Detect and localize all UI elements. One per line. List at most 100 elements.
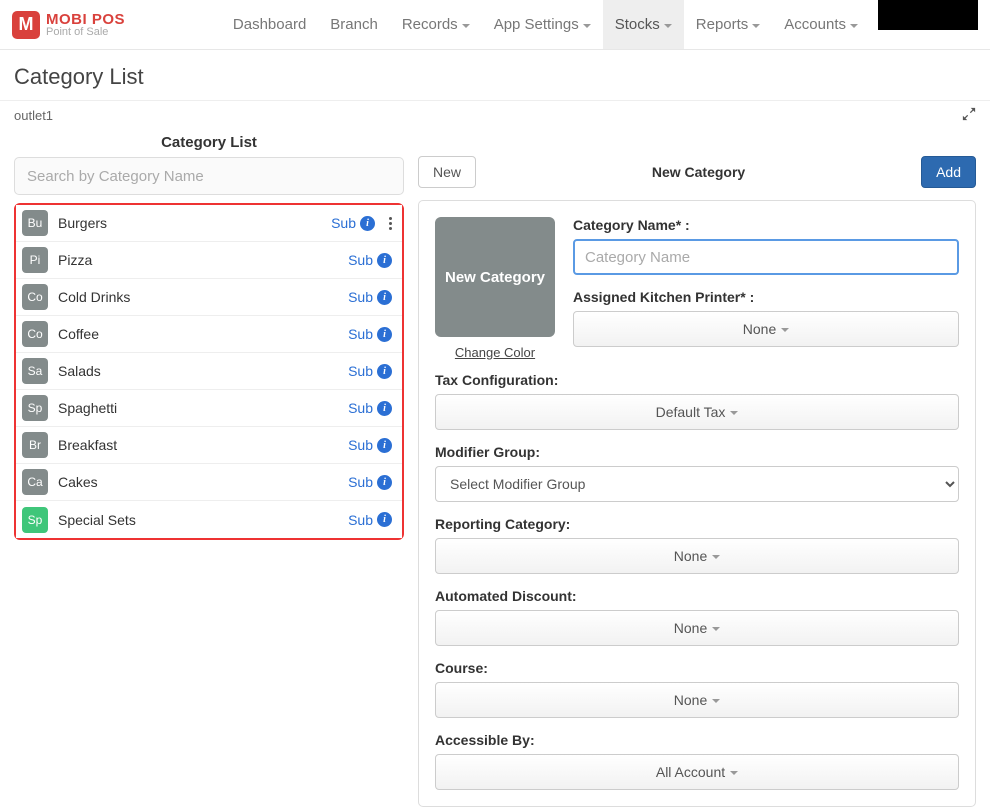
category-row[interactable]: Sp Special SetsSubi (16, 501, 402, 538)
category-name: Special Sets (58, 512, 348, 528)
reporting-dropdown[interactable]: None (435, 538, 959, 574)
info-icon: i (377, 290, 392, 305)
modifier-group-select[interactable]: Select Modifier Group (435, 466, 959, 502)
nav-reports[interactable]: Reports (684, 0, 773, 49)
label-kitchen-printer: Assigned Kitchen Printer* : (573, 289, 959, 305)
category-form-column: New New Category Add New Category Change… (418, 134, 976, 807)
info-icon: i (377, 401, 392, 416)
category-row[interactable]: Pi PizzaSubi (16, 242, 402, 279)
category-row[interactable]: Bu BurgersSubi (16, 205, 402, 242)
change-color-link[interactable]: Change Color (455, 345, 535, 360)
sub-link[interactable]: Subi (331, 215, 375, 231)
discount-dropdown[interactable]: None (435, 610, 959, 646)
caret-down-icon (752, 24, 760, 28)
nav-app-settings[interactable]: App Settings (482, 0, 603, 49)
logo-title: MOBI POS (46, 12, 125, 27)
user-area[interactable] (878, 0, 978, 30)
category-row[interactable]: Sp SpaghettiSubi (16, 390, 402, 427)
outlet-name: outlet1 (14, 108, 53, 123)
category-badge: Pi (22, 247, 48, 273)
nav-accounts[interactable]: Accounts (772, 0, 870, 49)
form-title: New Category (476, 164, 921, 180)
search-input[interactable] (14, 157, 404, 195)
logo-badge: M (12, 11, 40, 39)
caret-down-icon (850, 24, 858, 28)
category-badge: Co (22, 321, 48, 347)
accessible-dropdown[interactable]: All Account (435, 754, 959, 790)
more-icon[interactable] (389, 217, 392, 230)
kitchen-printer-dropdown[interactable]: None (573, 311, 959, 347)
category-badge: Br (22, 432, 48, 458)
category-list: BuBurgersSubiPiPizzaSubiCoCold DrinksSub… (14, 203, 404, 540)
sub-link[interactable]: Subi (348, 363, 392, 379)
sub-link[interactable]: Subi (348, 437, 392, 453)
category-name: Spaghetti (58, 400, 348, 416)
category-name: Coffee (58, 326, 348, 342)
caret-down-icon (583, 24, 591, 28)
category-badge: Sa (22, 358, 48, 384)
nav-stocks[interactable]: Stocks (603, 0, 684, 49)
info-icon: i (360, 216, 375, 231)
caret-down-icon (730, 771, 738, 775)
info-icon: i (377, 475, 392, 490)
category-name: Cold Drinks (58, 289, 348, 305)
label-accessible: Accessible By: (435, 732, 959, 748)
caret-down-icon (664, 24, 672, 28)
nav: Dashboard Branch Records App Settings St… (221, 0, 978, 49)
category-row[interactable]: Br BreakfastSubi (16, 427, 402, 464)
category-row[interactable]: Co Cold DrinksSubi (16, 279, 402, 316)
category-list-header: Category List (14, 134, 404, 151)
sub-link[interactable]: Subi (348, 474, 392, 490)
sub-link[interactable]: Subi (348, 326, 392, 342)
caret-down-icon (712, 699, 720, 703)
page-title: Category List (14, 64, 976, 90)
label-category-name: Category Name* : (573, 217, 959, 233)
expand-icon[interactable] (962, 107, 976, 124)
divider (0, 100, 990, 101)
label-modifier-group: Modifier Group: (435, 444, 959, 460)
nav-records[interactable]: Records (390, 0, 482, 49)
category-badge: Ca (22, 469, 48, 495)
topbar: M MOBI POS Point of Sale Dashboard Branc… (0, 0, 990, 50)
info-icon: i (377, 327, 392, 342)
category-row[interactable]: Co CoffeeSubi (16, 316, 402, 353)
label-discount: Automated Discount: (435, 588, 959, 604)
caret-down-icon (712, 555, 720, 559)
info-icon: i (377, 364, 392, 379)
category-list-column: Category List BuBurgersSubiPiPizzaSubiCo… (14, 134, 404, 540)
caret-down-icon (712, 627, 720, 631)
info-icon: i (377, 512, 392, 527)
new-button[interactable]: New (418, 156, 476, 188)
add-button[interactable]: Add (921, 156, 976, 188)
category-name: Pizza (58, 252, 348, 268)
caret-down-icon (781, 328, 789, 332)
category-name: Breakfast (58, 437, 348, 453)
sub-link[interactable]: Subi (348, 289, 392, 305)
category-badge: Sp (22, 507, 48, 533)
logo-subtitle: Point of Sale (46, 27, 125, 38)
sub-link[interactable]: Subi (348, 252, 392, 268)
label-reporting: Reporting Category: (435, 516, 959, 532)
color-swatch: New Category (435, 217, 555, 337)
category-badge: Bu (22, 210, 48, 236)
category-name: Burgers (58, 215, 331, 231)
label-tax: Tax Configuration: (435, 372, 959, 388)
category-badge: Sp (22, 395, 48, 421)
caret-down-icon (462, 24, 470, 28)
category-name-input[interactable] (573, 239, 959, 275)
nav-dashboard[interactable]: Dashboard (221, 0, 318, 49)
logo[interactable]: M MOBI POS Point of Sale (12, 11, 125, 39)
category-name: Salads (58, 363, 348, 379)
caret-down-icon (730, 411, 738, 415)
category-row[interactable]: CaCakesSubi (16, 464, 402, 501)
info-icon: i (377, 438, 392, 453)
label-course: Course: (435, 660, 959, 676)
nav-branch[interactable]: Branch (318, 0, 390, 49)
course-dropdown[interactable]: None (435, 682, 959, 718)
sub-link[interactable]: Subi (348, 512, 392, 528)
sub-link[interactable]: Subi (348, 400, 392, 416)
tax-dropdown[interactable]: Default Tax (435, 394, 959, 430)
category-row[interactable]: Sa SaladsSubi (16, 353, 402, 390)
category-badge: Co (22, 284, 48, 310)
info-icon: i (377, 253, 392, 268)
